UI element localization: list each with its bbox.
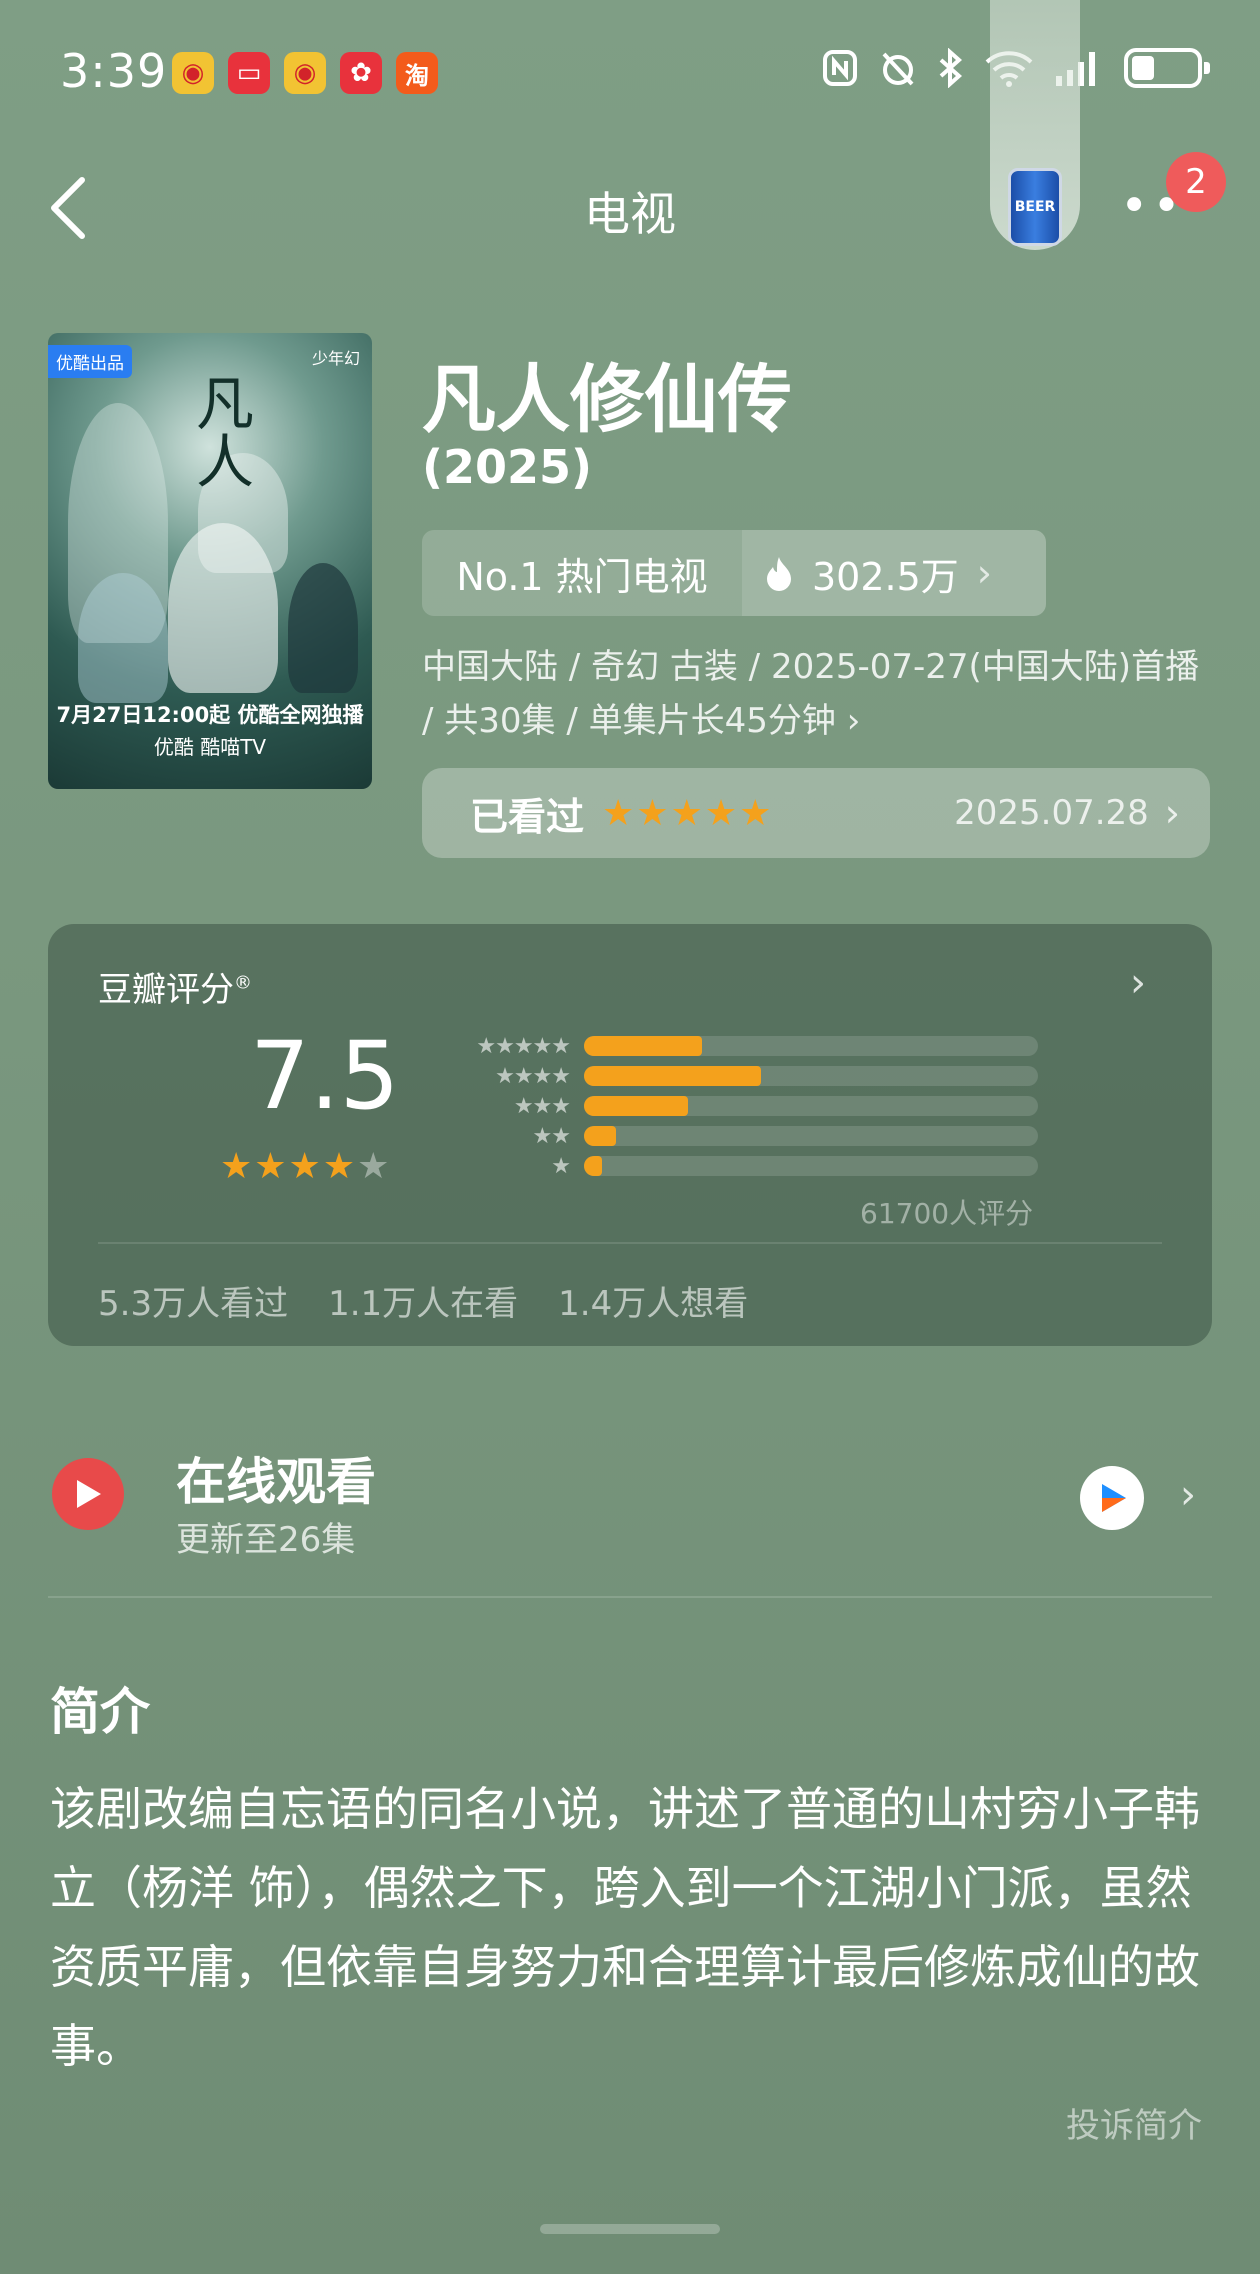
chevron-right-icon: › xyxy=(1164,791,1180,835)
nfc-icon xyxy=(823,50,857,86)
rating-distribution-row: ★★★★★ xyxy=(440,1033,1038,1059)
rating-stats: 5.3万人看过 1.1万人在看 1.4万人想看 xyxy=(98,1276,748,1325)
youku-icon[interactable] xyxy=(1080,1466,1144,1530)
red-book-app-icon: ▭ xyxy=(228,52,270,94)
heat-value: 302.5万 xyxy=(812,554,959,599)
watched-count: 5.3万人看过 xyxy=(98,1284,289,1324)
synopsis-title: 简介 xyxy=(50,1683,150,1741)
distribution-bar xyxy=(584,1036,703,1056)
chevron-right-icon[interactable]: › xyxy=(1130,960,1146,1006)
chevron-right-icon[interactable]: › xyxy=(1180,1472,1196,1518)
poster-platforms: 优酷 酷喵TV xyxy=(153,735,267,759)
distribution-bar xyxy=(584,1066,762,1086)
chevron-right-icon: › xyxy=(976,551,992,595)
rating-card-title: 豆瓣评分® xyxy=(98,970,252,1010)
show-meta-text: 中国大陆 / 奇幻 古装 / 2025-07-27(中国大陆)首播 / 共30集… xyxy=(422,647,1200,741)
distribution-track xyxy=(584,1156,1038,1176)
notification-badge: 2 xyxy=(1166,152,1226,212)
rating-distribution-row: ★★★ xyxy=(440,1093,1038,1119)
distribution-star-label: ★★★★ xyxy=(495,1063,571,1089)
alarm-off-icon xyxy=(882,52,914,86)
distribution-star-label: ★ xyxy=(551,1153,571,1179)
rating-distribution-row: ★ xyxy=(440,1153,1038,1179)
rating-stars: ★★★★★ xyxy=(220,1146,392,1187)
poster-title: 凡人 xyxy=(186,373,254,489)
taobao-app-icon: 淘 xyxy=(396,52,438,94)
poster-date-line: 7月27日12:00起 优酷全网独播 xyxy=(56,703,364,727)
poster-logo: 少年幻 xyxy=(311,349,360,368)
rating-distribution-row: ★★ xyxy=(440,1123,1038,1149)
distribution-bar xyxy=(584,1156,603,1176)
rating-distribution-row: ★★★★ xyxy=(440,1063,1038,1089)
distribution-track xyxy=(584,1096,1038,1116)
status-app-icons: ◉ ▭ ◉ ✿ 淘 xyxy=(172,52,438,94)
watched-bar[interactable]: 已看过 ★★★★★ 2025.07.28 › xyxy=(422,768,1210,858)
divider xyxy=(48,1596,1212,1598)
report-synopsis-link[interactable]: 投诉简介 xyxy=(1066,2098,1202,2147)
watched-label: 已看过 xyxy=(470,794,585,839)
rating-count: 61700人评分 xyxy=(860,1197,1034,1230)
home-indicator[interactable] xyxy=(540,2224,720,2234)
poster-image[interactable]: 优酷出品 少年幻 凡人 7月27日12:00起 优酷全网独播 优酷 酷喵TV xyxy=(48,333,372,789)
synopsis-body: 该剧改编自忘语的同名小说，讲述了普通的山村穷小子韩立（杨洋 饰），偶然之下，跨入… xyxy=(50,1782,1200,2073)
beer-can-icon[interactable]: BEER xyxy=(1008,168,1062,246)
status-time: 3:39 xyxy=(60,44,168,98)
watching-count: 1.1万人在看 xyxy=(328,1284,519,1324)
show-year: (2025) xyxy=(422,440,593,494)
distribution-track xyxy=(584,1036,1038,1056)
distribution-star-label: ★★ xyxy=(532,1123,571,1149)
poster-tag: 优酷出品 xyxy=(48,345,132,378)
show-title: 凡人修仙传 xyxy=(422,357,792,443)
play-icon[interactable] xyxy=(52,1458,124,1530)
chevron-right-icon: › xyxy=(846,701,861,741)
show-meta[interactable]: 中国大陆 / 奇幻 古装 / 2025-07-27(中国大陆)首播 / 共30集… xyxy=(422,640,1212,748)
weibo-app-icon: ◉ xyxy=(284,52,326,94)
heat-section: 302.5万 › xyxy=(742,530,1046,616)
distribution-track xyxy=(584,1126,1038,1146)
want-count: 1.4万人想看 xyxy=(558,1284,749,1324)
pinduoduo-app-icon: ✿ xyxy=(340,52,382,94)
online-watch-subtitle: 更新至26集 xyxy=(176,1520,356,1560)
distribution-bar xyxy=(584,1126,616,1146)
flame-icon xyxy=(767,557,791,591)
rating-score: 7.5 xyxy=(250,1022,400,1131)
distribution-bar xyxy=(584,1096,689,1116)
rank-pill[interactable]: No.1 热门电视 302.5万 › xyxy=(422,530,1046,616)
distribution-star-label: ★★★ xyxy=(513,1093,571,1119)
distribution-star-label: ★★★★★ xyxy=(476,1033,571,1059)
my-rating-stars: ★★★★★ xyxy=(602,792,774,834)
watched-date: 2025.07.28 xyxy=(954,793,1149,833)
bluetooth-icon xyxy=(939,48,963,88)
rank-label: No.1 热门电视 xyxy=(422,530,742,616)
divider xyxy=(98,1242,1162,1244)
distribution-track xyxy=(584,1066,1038,1086)
battery-icon xyxy=(1124,48,1210,88)
weibo-app-icon: ◉ xyxy=(172,52,214,94)
online-watch-title[interactable]: 在线观看 xyxy=(176,1442,376,1514)
